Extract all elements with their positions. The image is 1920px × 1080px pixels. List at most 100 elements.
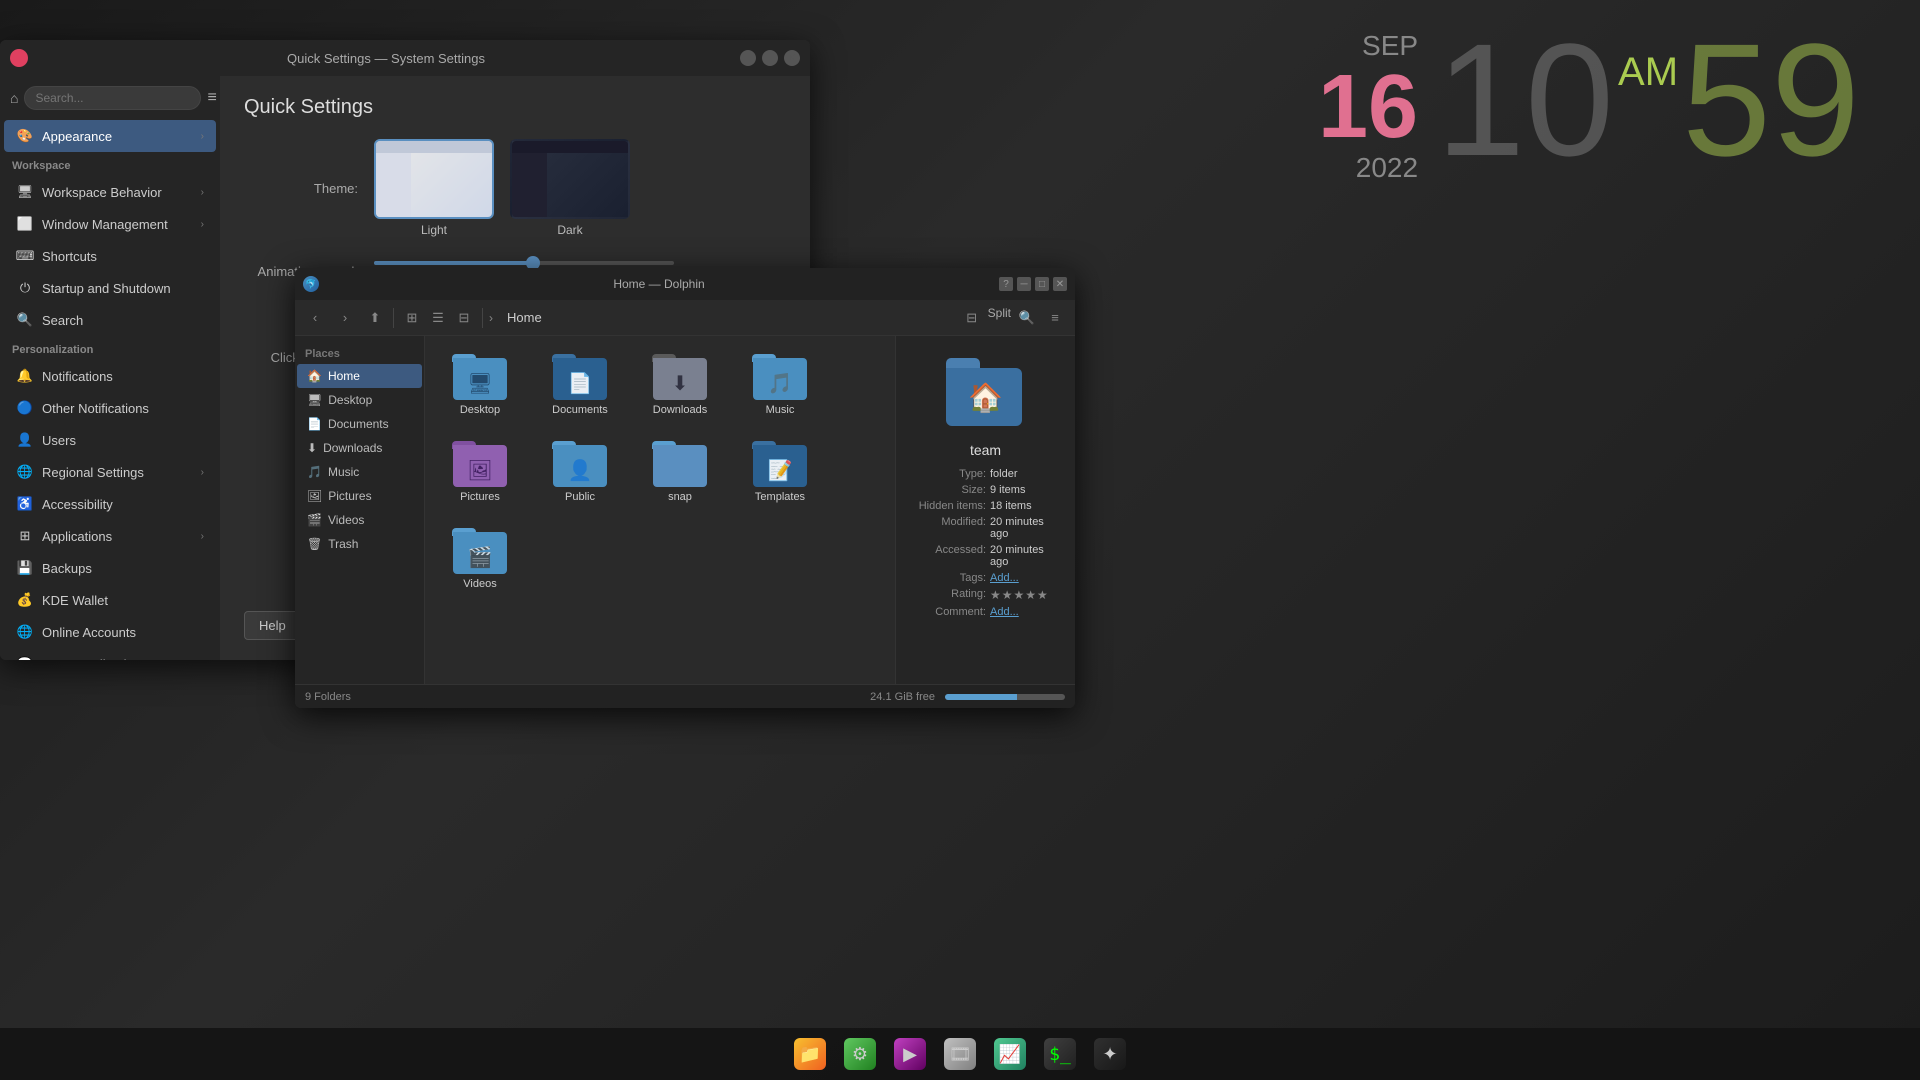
sidebar-item-shortcuts[interactable]: ⌨ Shortcuts: [4, 240, 216, 272]
dolphin-help-button[interactable]: ?: [999, 277, 1013, 291]
view-list-button[interactable]: ☰: [426, 306, 450, 330]
online-accounts-icon: 🌐: [16, 623, 34, 641]
sidebar-item-online-accounts[interactable]: 🌐 Online Accounts: [4, 616, 216, 648]
place-pictures[interactable]: 🖼 Pictures: [297, 484, 422, 508]
help-button[interactable]: Help: [244, 611, 301, 640]
sidebar-item-kde-wallet-label: KDE Wallet: [42, 593, 108, 608]
maximize-button[interactable]: □: [762, 50, 778, 66]
taskbar-graph[interactable]: 📈: [989, 1033, 1031, 1075]
place-home-icon: 🏠: [307, 369, 322, 383]
sidebar-item-notifications[interactable]: 🔔 Notifications: [4, 360, 216, 392]
search-input[interactable]: [24, 86, 201, 110]
nav-up-button[interactable]: ⬆: [363, 306, 387, 330]
place-music[interactable]: 🎵 Music: [297, 460, 422, 484]
sidebar-item-appearance[interactable]: 🎨 Appearance ›: [4, 120, 216, 152]
taskbar-files[interactable]: 📁: [789, 1033, 831, 1075]
place-trash-label: Trash: [328, 537, 358, 551]
file-item-desktop[interactable]: 🖥 Desktop: [435, 346, 525, 423]
taskbar-media-icon: ▶: [894, 1038, 926, 1070]
place-home[interactable]: 🏠 Home: [297, 364, 422, 388]
theme-option-dark[interactable]: Dark: [510, 139, 630, 237]
taskbar-terminal[interactable]: $_: [1039, 1033, 1081, 1075]
toolbar-right: ⊟ Split 🔍 ≡: [960, 306, 1067, 330]
file-item-documents[interactable]: 📄 Documents: [535, 346, 625, 423]
sidebar-item-applications[interactable]: ⊞ Applications ›: [4, 520, 216, 552]
theme-options: Light Dark: [374, 139, 630, 237]
folder-body-music: 🎵: [753, 358, 807, 400]
nav-forward-button[interactable]: ›: [333, 306, 357, 330]
menu-button[interactable]: ≡: [1043, 306, 1067, 330]
close-button[interactable]: ✕: [784, 50, 800, 66]
toolbar-divider-1: [393, 308, 394, 328]
applications-arrow: ›: [201, 531, 204, 542]
taskbar-video[interactable]: 🎞: [939, 1033, 981, 1075]
file-item-downloads[interactable]: ⬇ Downloads: [635, 346, 725, 423]
split-button[interactable]: ⊟: [960, 306, 984, 330]
sidebar-item-startup-shutdown[interactable]: ⏻ Startup and Shutdown: [4, 272, 216, 304]
taskbar-media[interactable]: ▶: [889, 1033, 931, 1075]
file-item-music[interactable]: 🎵 Music: [735, 346, 825, 423]
file-item-pictures[interactable]: 🖼 Pictures: [435, 433, 525, 510]
sidebar-item-search[interactable]: 🔍 Search: [4, 304, 216, 336]
sidebar-home-button[interactable]: ⌂: [10, 84, 18, 112]
size-val: 9 items: [990, 484, 1065, 496]
comment-val[interactable]: Add...: [990, 606, 1019, 618]
view-icons-button[interactable]: ⊞: [400, 306, 424, 330]
sidebar-item-workspace-behavior[interactable]: 🖥 Workspace Behavior ›: [4, 176, 216, 208]
sidebar-item-kde-wallet[interactable]: 💰 KDE Wallet: [4, 584, 216, 616]
place-videos[interactable]: 🎬 Videos: [297, 508, 422, 532]
theme-option-light[interactable]: Light: [374, 139, 494, 237]
sidebar-item-window-management[interactable]: ⬜ Window Management ›: [4, 208, 216, 240]
minimize-button[interactable]: ─: [740, 50, 756, 66]
taskbar-files-icon: 📁: [794, 1038, 826, 1070]
appearance-icon: 🎨: [16, 127, 34, 145]
dolphin-minimize-button[interactable]: ─: [1017, 277, 1031, 291]
dolphin-maximize-button[interactable]: □: [1035, 277, 1049, 291]
place-documents[interactable]: 📄 Documents: [297, 412, 422, 436]
slider-track: [374, 261, 674, 265]
hidden-val: 18 items: [990, 500, 1065, 512]
taskbar-kde-gear[interactable]: ⚙: [839, 1033, 881, 1075]
rating-val[interactable]: ★★★★★: [990, 588, 1049, 602]
shortcuts-icon: ⌨: [16, 247, 34, 265]
file-item-templates[interactable]: 📝 Templates: [735, 433, 825, 510]
tags-val[interactable]: Add...: [990, 572, 1019, 584]
sidebar-item-users-label: Users: [42, 433, 76, 448]
dolphin-close-button[interactable]: ✕: [1053, 277, 1067, 291]
sidebar-item-backups[interactable]: 💾 Backups: [4, 552, 216, 584]
split-label: Split: [988, 306, 1011, 330]
sidebar-item-regional[interactable]: 🌐 Regional Settings ›: [4, 456, 216, 488]
sidebar-menu-icon[interactable]: ≡: [207, 89, 216, 107]
file-item-public[interactable]: 👤 Public: [535, 433, 625, 510]
sidebar-item-online-label: Online Accounts: [42, 625, 136, 640]
sidebar-item-backups-label: Backups: [42, 561, 92, 576]
taskbar-misc-icon: ✦: [1094, 1038, 1126, 1070]
view-compact-button[interactable]: ⊟: [452, 306, 476, 330]
place-trash[interactable]: 🗑 Trash: [297, 532, 422, 556]
music-folder-icon: 🎵: [768, 371, 793, 396]
taskbar-graph-icon: 📈: [994, 1038, 1026, 1070]
sidebar-item-users[interactable]: 👤 Users: [4, 424, 216, 456]
place-downloads[interactable]: ⬇ Downloads: [297, 436, 422, 460]
file-item-videos[interactable]: 🎬 Videos: [435, 520, 525, 597]
downloads-folder-icon: ⬇: [672, 371, 689, 396]
dolphin-files-area: 🖥 Desktop 📄 Documents: [425, 336, 895, 684]
sidebar-item-wb-label: Workspace Behavior: [42, 185, 162, 200]
sidebar-item-shortcuts-label: Shortcuts: [42, 249, 97, 264]
sidebar-item-user-feedback[interactable]: 💬 User Feedback: [4, 648, 216, 660]
sidebar-item-accessibility[interactable]: ♿ Accessibility: [4, 488, 216, 520]
sidebar-item-other-notifications[interactable]: 🔵 Other Notifications: [4, 392, 216, 424]
sidebar-item-other-label: Other Notifications: [42, 401, 149, 416]
search-button[interactable]: 🔍: [1015, 306, 1039, 330]
location-bar: Home: [499, 310, 954, 325]
sidebar-item-search-label: Search: [42, 313, 83, 328]
dolphin-icon: 🐬: [303, 276, 319, 292]
taskbar-misc[interactable]: ✦: [1089, 1033, 1131, 1075]
folder-icon-documents: 📄: [552, 352, 608, 400]
search-sidebar-icon: 🔍: [16, 311, 34, 329]
info-row-tags: Tags: Add...: [906, 570, 1065, 586]
file-item-snap[interactable]: snap: [635, 433, 725, 510]
nav-back-button[interactable]: ‹: [303, 306, 327, 330]
modified-val: 20 minutes ago: [990, 516, 1065, 540]
place-desktop[interactable]: 🖥 Desktop: [297, 388, 422, 412]
